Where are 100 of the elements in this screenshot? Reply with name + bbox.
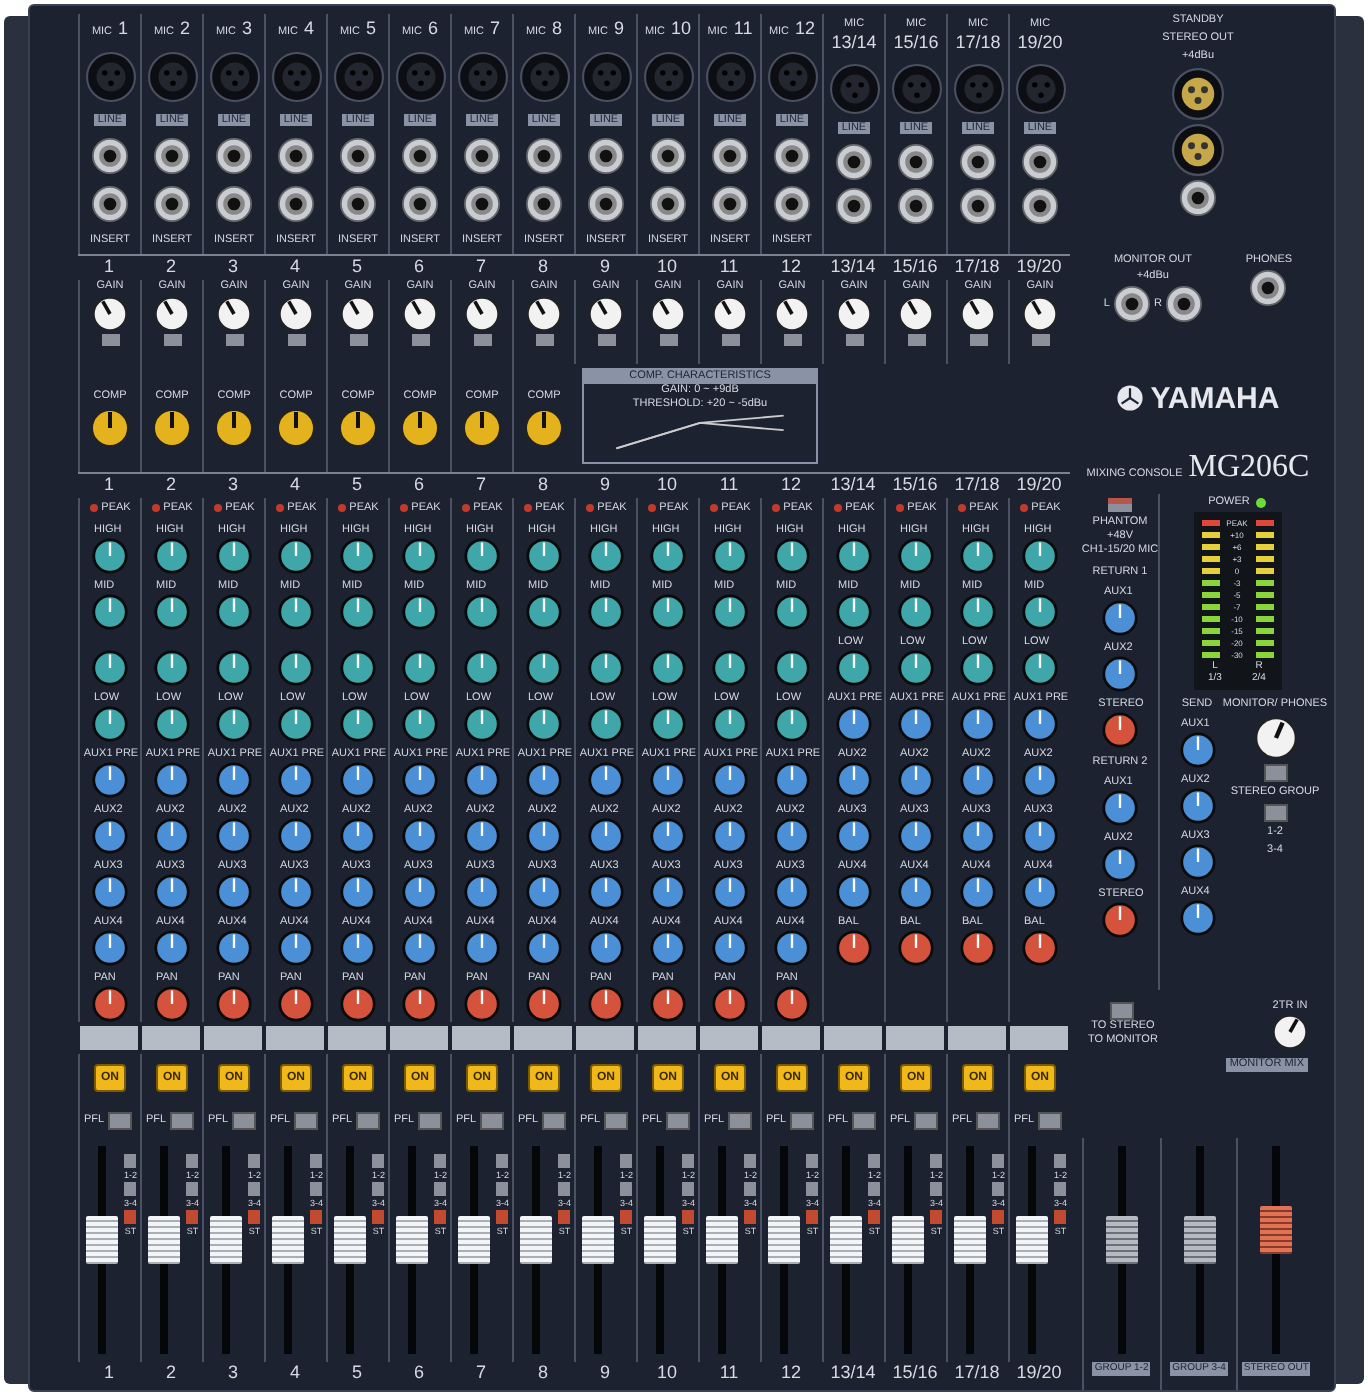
knob[interactable]	[712, 650, 748, 686]
jack-icon[interactable]	[464, 138, 500, 174]
pad-switch[interactable]	[163, 334, 181, 346]
fader-knob[interactable]	[830, 1216, 862, 1265]
knob[interactable]	[340, 818, 376, 854]
pfl-button[interactable]	[666, 1111, 691, 1129]
knob[interactable]	[960, 650, 996, 686]
knob[interactable]	[278, 874, 314, 910]
jack-icon[interactable]	[712, 138, 748, 174]
knob[interactable]	[774, 650, 810, 686]
knob[interactable]	[1179, 788, 1215, 824]
knob[interactable]	[340, 650, 376, 686]
jack-icon[interactable]	[1113, 286, 1150, 322]
jack-icon[interactable]	[1165, 286, 1202, 322]
knob[interactable]	[402, 650, 438, 686]
gain-knob[interactable]	[588, 296, 624, 332]
knob[interactable]	[774, 986, 810, 1022]
knob[interactable]	[712, 762, 748, 798]
knob[interactable]	[526, 538, 562, 574]
knob[interactable]	[712, 706, 748, 742]
knob[interactable]	[588, 986, 624, 1022]
knob[interactable]	[216, 538, 252, 574]
knob[interactable]	[278, 706, 314, 742]
knob[interactable]	[898, 874, 934, 910]
knob[interactable]	[464, 874, 500, 910]
jack-icon[interactable]	[92, 138, 128, 174]
knob[interactable]	[836, 930, 872, 966]
gain-knob[interactable]	[154, 296, 190, 332]
comp-knob[interactable]	[276, 407, 316, 447]
pfl-button[interactable]	[1038, 1111, 1063, 1129]
knob[interactable]	[216, 650, 252, 686]
jack-icon[interactable]	[216, 186, 252, 222]
knob[interactable]	[92, 538, 128, 574]
knob[interactable]	[526, 930, 562, 966]
fader-knob[interactable]	[1105, 1216, 1138, 1265]
knob[interactable]	[1101, 902, 1138, 938]
pfl-button[interactable]	[108, 1111, 133, 1129]
jack-icon[interactable]	[1250, 270, 1287, 306]
knob[interactable]	[154, 818, 190, 854]
knob[interactable]	[402, 818, 438, 854]
gain-knob[interactable]	[898, 296, 934, 332]
knob[interactable]	[216, 930, 252, 966]
pad-switch[interactable]	[535, 334, 553, 346]
knob[interactable]	[92, 706, 128, 742]
pfl-button[interactable]	[356, 1111, 381, 1129]
pfl-button[interactable]	[418, 1111, 443, 1129]
pad-switch[interactable]	[845, 334, 863, 346]
gain-knob[interactable]	[402, 296, 438, 332]
knob[interactable]	[216, 706, 252, 742]
gain-knob[interactable]	[464, 296, 500, 332]
gain-knob[interactable]	[774, 296, 810, 332]
pfl-button[interactable]	[976, 1111, 1001, 1129]
knob[interactable]	[154, 762, 190, 798]
knob[interactable]	[402, 538, 438, 574]
knob[interactable]	[1022, 930, 1058, 966]
knob[interactable]	[588, 594, 624, 630]
knob[interactable]	[588, 706, 624, 742]
jack-icon[interactable]	[960, 143, 996, 180]
knob[interactable]	[464, 818, 500, 854]
knob[interactable]	[1022, 650, 1058, 686]
knob[interactable]	[898, 818, 934, 854]
jack-icon[interactable]	[836, 143, 872, 180]
knob[interactable]	[898, 762, 934, 798]
fader-knob[interactable]	[148, 1216, 180, 1265]
jack-icon[interactable]	[1022, 188, 1058, 225]
jack-icon[interactable]	[836, 188, 872, 225]
gain-knob[interactable]	[526, 296, 562, 332]
knob[interactable]	[278, 930, 314, 966]
knob[interactable]	[960, 930, 996, 966]
knob[interactable]	[216, 594, 252, 630]
knob[interactable]	[898, 930, 934, 966]
pfl-button[interactable]	[232, 1111, 257, 1129]
jack-icon[interactable]	[960, 188, 996, 225]
knob[interactable]	[526, 706, 562, 742]
pad-switch[interactable]	[1031, 334, 1049, 346]
pad-switch[interactable]	[287, 334, 305, 346]
knob[interactable]	[402, 986, 438, 1022]
knob[interactable]	[650, 762, 686, 798]
fader-knob[interactable]	[210, 1216, 242, 1265]
knob[interactable]	[278, 650, 314, 686]
fader-knob[interactable]	[768, 1216, 800, 1265]
gain-knob[interactable]	[650, 296, 686, 332]
knob[interactable]	[1022, 762, 1058, 798]
knob[interactable]	[588, 538, 624, 574]
pad-switch[interactable]	[101, 334, 119, 346]
knob[interactable]	[898, 650, 934, 686]
knob[interactable]	[402, 762, 438, 798]
knob[interactable]	[92, 818, 128, 854]
knob[interactable]	[774, 762, 810, 798]
gain-knob[interactable]	[1022, 296, 1058, 332]
knob[interactable]	[960, 762, 996, 798]
knob[interactable]	[774, 538, 810, 574]
knob[interactable]	[464, 986, 500, 1022]
comp-knob[interactable]	[462, 407, 502, 447]
jack-icon[interactable]	[1180, 180, 1216, 216]
knob[interactable]	[588, 874, 624, 910]
pad-switch[interactable]	[349, 334, 367, 346]
knob[interactable]	[712, 538, 748, 574]
knob[interactable]	[278, 818, 314, 854]
knob[interactable]	[960, 538, 996, 574]
